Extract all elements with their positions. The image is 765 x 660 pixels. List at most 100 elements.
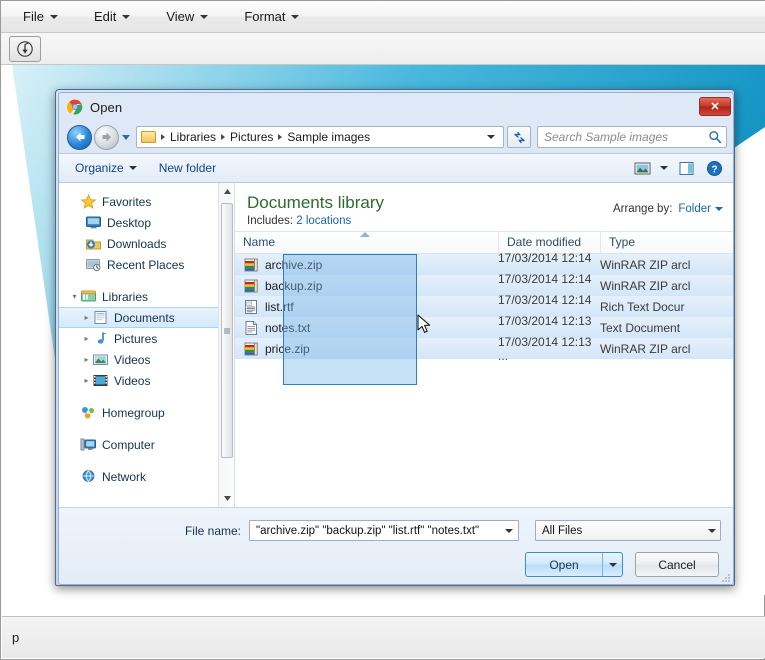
breadcrumb-dropdown-button[interactable] [481,135,501,139]
sidebar-item-documents[interactable]: ▸ Documents [59,307,234,328]
column-header-row: Name Date modified Type [235,231,734,254]
open-button-label: Open [526,553,602,576]
search-box[interactable] [537,126,727,148]
preview-pane-glyph-icon [678,161,695,176]
twisty-expanded-icon[interactable]: ▾ [69,292,80,301]
back-button[interactable] [67,125,92,150]
table-row[interactable]: list.rtf 17/03/2014 12:14 ... Rich Text … [235,296,734,317]
breadcrumb-item-pictures[interactable]: Pictures [227,130,276,144]
scrollbar-thumb[interactable] [221,203,233,458]
breadcrumb[interactable]: Libraries Pictures Sample images [136,126,504,148]
search-input[interactable] [542,129,708,145]
pictures-icon [92,352,109,367]
breadcrumb-item-libraries[interactable]: Libraries [167,130,219,144]
rtf-icon [243,299,259,315]
menu-format[interactable]: Format [236,5,313,28]
table-row[interactable]: archive.zip 17/03/2014 12:14 ... WinRAR … [235,254,734,275]
menu-file[interactable]: File [15,5,72,28]
close-icon[interactable]: ✕ [699,97,731,116]
sidebar-item-downloads[interactable]: Downloads [59,233,234,254]
chevron-down-icon [129,166,137,170]
sidebar-item-pictures[interactable]: ▸ Videos [59,349,234,370]
table-row[interactable]: backup.zip 17/03/2014 12:14 ... WinRAR Z… [235,275,734,296]
sidebar-item-network[interactable]: Network [59,466,234,487]
refresh-button[interactable] [507,126,531,148]
application-window: File Edit View Format [0,0,765,660]
includes-locations-link[interactable]: 2 locations [296,215,351,227]
help-icon[interactable]: ? [701,157,727,179]
forward-button[interactable] [94,125,119,150]
file-name: price.zip [265,342,310,356]
twisty-icon[interactable]: ▸ [81,376,92,385]
sidebar-item-recent-places[interactable]: Recent Places [59,254,234,275]
sidebar-item-libraries[interactable]: ▾ Libraries [59,286,234,307]
sidebar-label: Pictures [114,332,157,346]
cancel-button-label: Cancel [658,558,695,572]
music-icon [92,331,109,346]
sidebar-item-videos[interactable]: ▸ Videos [59,370,234,391]
folder-icon [141,131,156,143]
dialog-body: Favorites Desktop [59,183,734,507]
sidebar-label: Desktop [107,216,151,230]
sidebar-label: Homegroup [102,406,165,420]
grip-lines-icon [223,327,231,335]
sidebar-item-desktop[interactable]: Desktop [59,212,234,233]
file-name-input[interactable] [254,524,500,538]
navigation-scrollbar[interactable] [218,183,234,507]
new-folder-button[interactable]: New folder [151,158,224,178]
view-icon[interactable] [629,157,655,179]
file-name-field[interactable] [249,520,519,541]
sidebar-item-favorites[interactable]: Favorites [59,191,234,212]
sidebar-item-homegroup[interactable]: Homegroup [59,402,234,423]
scroll-down-button[interactable] [219,490,235,507]
resize-grip-icon[interactable] [720,572,732,584]
file-name-dropdown-button[interactable] [500,529,518,533]
chevron-down-icon [609,563,617,567]
twisty-icon[interactable]: ▸ [81,355,92,364]
recent-locations-chevron-icon[interactable] [122,135,130,140]
computer-icon [80,437,97,452]
organize-button[interactable]: Organize [67,158,145,178]
tool-strip [1,33,765,65]
menu-edit[interactable]: Edit [86,5,144,28]
scroll-up-button[interactable] [219,183,235,200]
dialog-title-bar[interactable]: Open ✕ [59,93,734,121]
tree-spacer [59,423,234,434]
svg-text:?: ? [711,164,717,175]
status-bar-text: p [12,630,19,645]
column-header-name[interactable]: Name [235,231,498,254]
view-dropdown-button[interactable] [657,157,671,179]
file-name-cell: notes.txt [235,320,498,336]
twisty-icon[interactable]: ▸ [81,334,92,343]
file-type: Text Document [600,321,734,335]
cancel-button[interactable]: Cancel [635,552,719,577]
open-button[interactable]: Open [525,552,623,577]
file-type: WinRAR ZIP arcl [600,342,734,356]
navigation-tree: Favorites Desktop [59,183,234,487]
twisty-icon[interactable]: ▸ [81,313,92,322]
libraries-icon [80,289,97,304]
sidebar-label: Computer [102,438,155,452]
homegroup-icon [80,405,97,420]
table-row[interactable]: price.zip 17/03/2014 12:13 ... WinRAR ZI… [235,338,734,359]
menu-view[interactable]: View [158,5,222,28]
arrange-by: Arrange by: Folder [613,203,723,215]
sidebar-item-music[interactable]: ▸ Pictures [59,328,234,349]
table-row[interactable]: notes.txt 17/03/2014 12:13 ... Text Docu… [235,317,734,338]
dialog-button-row: Open Cancel [525,552,719,577]
file-name-row: File name: All Files [59,520,734,541]
refresh-icon [512,131,527,144]
command-bar: Organize New folder [59,153,734,183]
open-button-split-arrow[interactable] [602,553,622,576]
new-folder-label: New folder [159,161,216,175]
sidebar-item-computer[interactable]: Computer [59,434,234,455]
open-file-toolbar-button[interactable] [9,36,41,62]
column-header-type[interactable]: Type [600,231,734,254]
chevron-down-icon [505,529,513,533]
file-type-filter-value: All Files [542,525,582,537]
file-type-filter-dropdown[interactable]: All Files [535,520,721,541]
breadcrumb-item-sample-images[interactable]: Sample images [284,130,373,144]
chevron-down-icon [715,207,723,211]
arrange-by-dropdown[interactable]: Folder [678,203,723,215]
preview-pane-icon[interactable] [673,157,699,179]
